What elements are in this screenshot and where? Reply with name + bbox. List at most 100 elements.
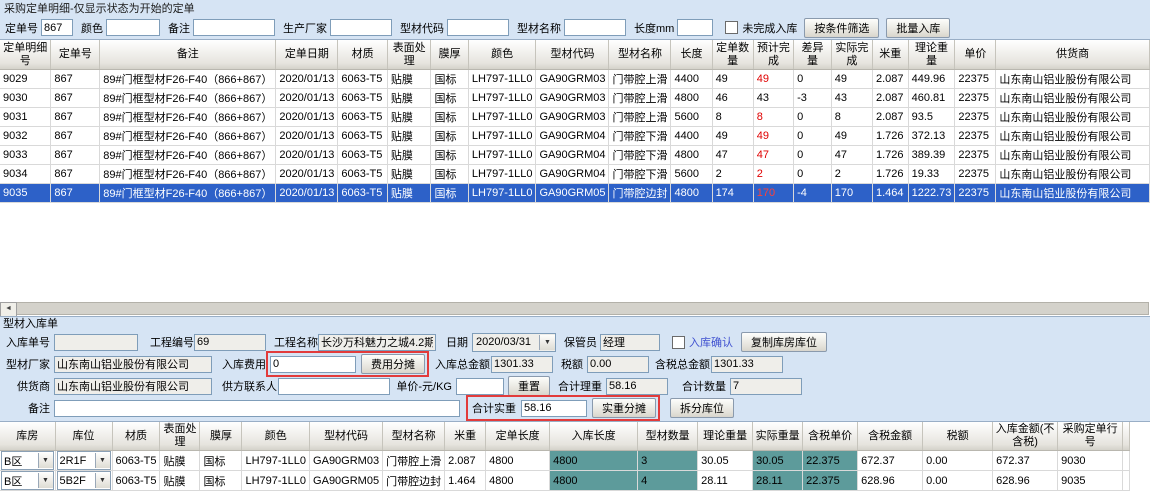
batch-inbound-button[interactable]: 批量入库 bbox=[886, 18, 950, 38]
inbound-confirm-checkbox[interactable] bbox=[672, 336, 685, 349]
fee-input[interactable] bbox=[270, 356, 356, 373]
total-theory-weight-input[interactable] bbox=[606, 378, 668, 395]
tax-input[interactable] bbox=[587, 356, 649, 373]
profile-code-label: 型材代码 bbox=[400, 20, 444, 36]
column-header[interactable]: 库位 bbox=[55, 422, 112, 451]
order-table-row[interactable]: 903186789#门框型材F26-F40（866+867）2020/01/13… bbox=[0, 108, 1150, 127]
weight-allocate-button[interactable]: 实重分摊 bbox=[592, 398, 656, 418]
column-header[interactable]: 型材数量 bbox=[638, 422, 698, 451]
column-header[interactable]: 膜厚 bbox=[431, 40, 468, 70]
column-header[interactable]: 税额 bbox=[923, 422, 993, 451]
manufacturer-input[interactable] bbox=[330, 19, 392, 36]
column-header[interactable]: 定单长度 bbox=[486, 422, 550, 451]
factory-input[interactable] bbox=[54, 356, 212, 373]
column-header[interactable]: 材质 bbox=[112, 422, 160, 451]
supplier-contact-input[interactable] bbox=[278, 378, 390, 395]
split-location-button[interactable]: 拆分库位 bbox=[670, 398, 734, 418]
cell: 贴膜 bbox=[387, 184, 431, 203]
column-header[interactable]: 入库长度 bbox=[550, 422, 638, 451]
horizontal-scrollbar[interactable]: ◄ bbox=[0, 302, 1149, 315]
order-table-row[interactable]: 903586789#门框型材F26-F40（866+867）2020/01/13… bbox=[0, 184, 1150, 203]
column-header[interactable]: 含税单价 bbox=[803, 422, 858, 451]
column-header[interactable]: 型材代码 bbox=[310, 422, 383, 451]
column-header[interactable]: 备注 bbox=[100, 40, 276, 70]
column-header[interactable]: 定单日期 bbox=[276, 40, 338, 70]
column-header[interactable]: 定单号 bbox=[51, 40, 100, 70]
cell: 贴膜 bbox=[160, 471, 200, 491]
column-header[interactable]: 表面处理 bbox=[160, 422, 200, 451]
column-header[interactable]: 定单数量 bbox=[712, 40, 753, 70]
color-input[interactable] bbox=[106, 19, 160, 36]
scrollbar-thumb[interactable] bbox=[17, 302, 1149, 315]
supplier-input[interactable] bbox=[54, 378, 212, 395]
calendar-dropdown-icon[interactable]: ▼ bbox=[539, 335, 555, 350]
project-name-input[interactable] bbox=[318, 334, 436, 351]
column-header[interactable]: 入库金额(不含税) bbox=[993, 422, 1058, 451]
column-header[interactable]: 型材代码 bbox=[536, 40, 609, 70]
column-header[interactable]: 型材名称 bbox=[383, 422, 445, 451]
total-amount-input[interactable] bbox=[491, 356, 553, 373]
column-header[interactable]: 理论重量 bbox=[908, 40, 955, 70]
chevron-down-icon[interactable]: ▼ bbox=[38, 473, 53, 488]
order-table-row[interactable]: 903386789#门框型材F26-F40（866+867）2020/01/13… bbox=[0, 146, 1150, 165]
column-header[interactable]: 表面处理 bbox=[387, 40, 431, 70]
location-combobox[interactable]: B区▼ bbox=[1, 451, 54, 470]
profile-code-input[interactable] bbox=[447, 19, 509, 36]
column-header[interactable]: 预计完成 bbox=[753, 40, 793, 70]
chevron-down-icon[interactable]: ▼ bbox=[95, 473, 110, 488]
profile-name-input[interactable] bbox=[564, 19, 626, 36]
project-no-input[interactable] bbox=[194, 334, 266, 351]
order-table-row[interactable]: 903486789#门框型材F26-F40（866+867）2020/01/13… bbox=[0, 165, 1150, 184]
column-header[interactable]: 采购定单行号 bbox=[1058, 422, 1123, 451]
chevron-down-icon[interactable]: ▼ bbox=[38, 453, 53, 468]
column-header[interactable]: 定单明细号 bbox=[0, 40, 51, 70]
order-table-row[interactable]: 902986789#门框型材F26-F40（866+867）2020/01/13… bbox=[0, 70, 1150, 89]
column-header[interactable]: 含税金额 bbox=[858, 422, 923, 451]
column-header[interactable]: 型材名称 bbox=[609, 40, 671, 70]
chevron-down-icon[interactable]: ▼ bbox=[95, 453, 110, 468]
column-header[interactable]: 膜厚 bbox=[200, 422, 242, 451]
column-header[interactable]: 单价 bbox=[955, 40, 996, 70]
column-header[interactable]: 颜色 bbox=[468, 40, 536, 70]
column-header[interactable]: 材质 bbox=[338, 40, 388, 70]
remark-label: 备注 bbox=[168, 20, 190, 36]
keeper-input[interactable] bbox=[600, 334, 660, 351]
column-header[interactable]: 米重 bbox=[445, 422, 486, 451]
total-actual-weight-input[interactable] bbox=[521, 400, 587, 417]
order-table-row[interactable]: 903086789#门框型材F26-F40（866+867）2020/01/13… bbox=[0, 89, 1150, 108]
copy-location-button[interactable]: 复制库房库位 bbox=[741, 332, 827, 352]
location-combobox[interactable]: B区▼ bbox=[1, 471, 54, 490]
column-header[interactable]: 差异量 bbox=[794, 40, 832, 70]
remark-input[interactable] bbox=[193, 19, 275, 36]
location-combobox[interactable]: 5B2F▼ bbox=[57, 471, 111, 490]
column-header[interactable]: 库房 bbox=[0, 422, 55, 451]
scroll-left-icon[interactable]: ◄ bbox=[0, 302, 17, 317]
inbound-no-input[interactable] bbox=[54, 334, 138, 351]
column-header[interactable]: 理论重量 bbox=[698, 422, 753, 451]
column-header[interactable]: 供货商 bbox=[996, 40, 1150, 70]
fee-allocate-button[interactable]: 费用分摊 bbox=[361, 354, 425, 374]
order-table-row[interactable]: 903286789#门框型材F26-F40（866+867）2020/01/13… bbox=[0, 127, 1150, 146]
inbound-table-row[interactable]: B区▼2R1F▼6063-T5贴膜国标LH797-1LL0GA90GRM03门带… bbox=[0, 451, 1130, 471]
reset-button[interactable]: 重置 bbox=[508, 376, 550, 396]
column-header[interactable]: 长度 bbox=[671, 40, 712, 70]
filter-button[interactable]: 按条件筛选 bbox=[804, 18, 879, 38]
inbound-table-row[interactable]: B区▼5B2F▼6063-T5贴膜国标LH797-1LL0GA90GRM05门带… bbox=[0, 471, 1130, 491]
column-header[interactable]: 米重 bbox=[872, 40, 908, 70]
remark-field-input[interactable] bbox=[54, 400, 460, 417]
column-header[interactable]: 实际完成 bbox=[831, 40, 872, 70]
cell: 山东南山铝业股份有限公司 bbox=[996, 89, 1150, 108]
cell: LH797-1LL0 bbox=[468, 165, 536, 184]
tax-total-input[interactable] bbox=[711, 356, 783, 373]
cell: GA90GRM03 bbox=[536, 108, 609, 127]
column-header[interactable]: 实际重量 bbox=[753, 422, 803, 451]
location-combobox[interactable]: 2R1F▼ bbox=[57, 451, 111, 470]
column-header[interactable]: 颜色 bbox=[242, 422, 310, 451]
total-qty-input[interactable] bbox=[730, 378, 802, 395]
order-no-input[interactable] bbox=[41, 19, 73, 36]
form-row-2: 型材厂家 入库费用 费用分摊 入库总金额 税额 含税总金额 bbox=[4, 353, 1150, 375]
length-input[interactable] bbox=[677, 19, 713, 36]
unit-price-input[interactable] bbox=[456, 378, 504, 395]
date-picker[interactable]: 2020/03/31 ▼ bbox=[472, 333, 556, 352]
unfinished-checkbox[interactable] bbox=[725, 21, 738, 34]
